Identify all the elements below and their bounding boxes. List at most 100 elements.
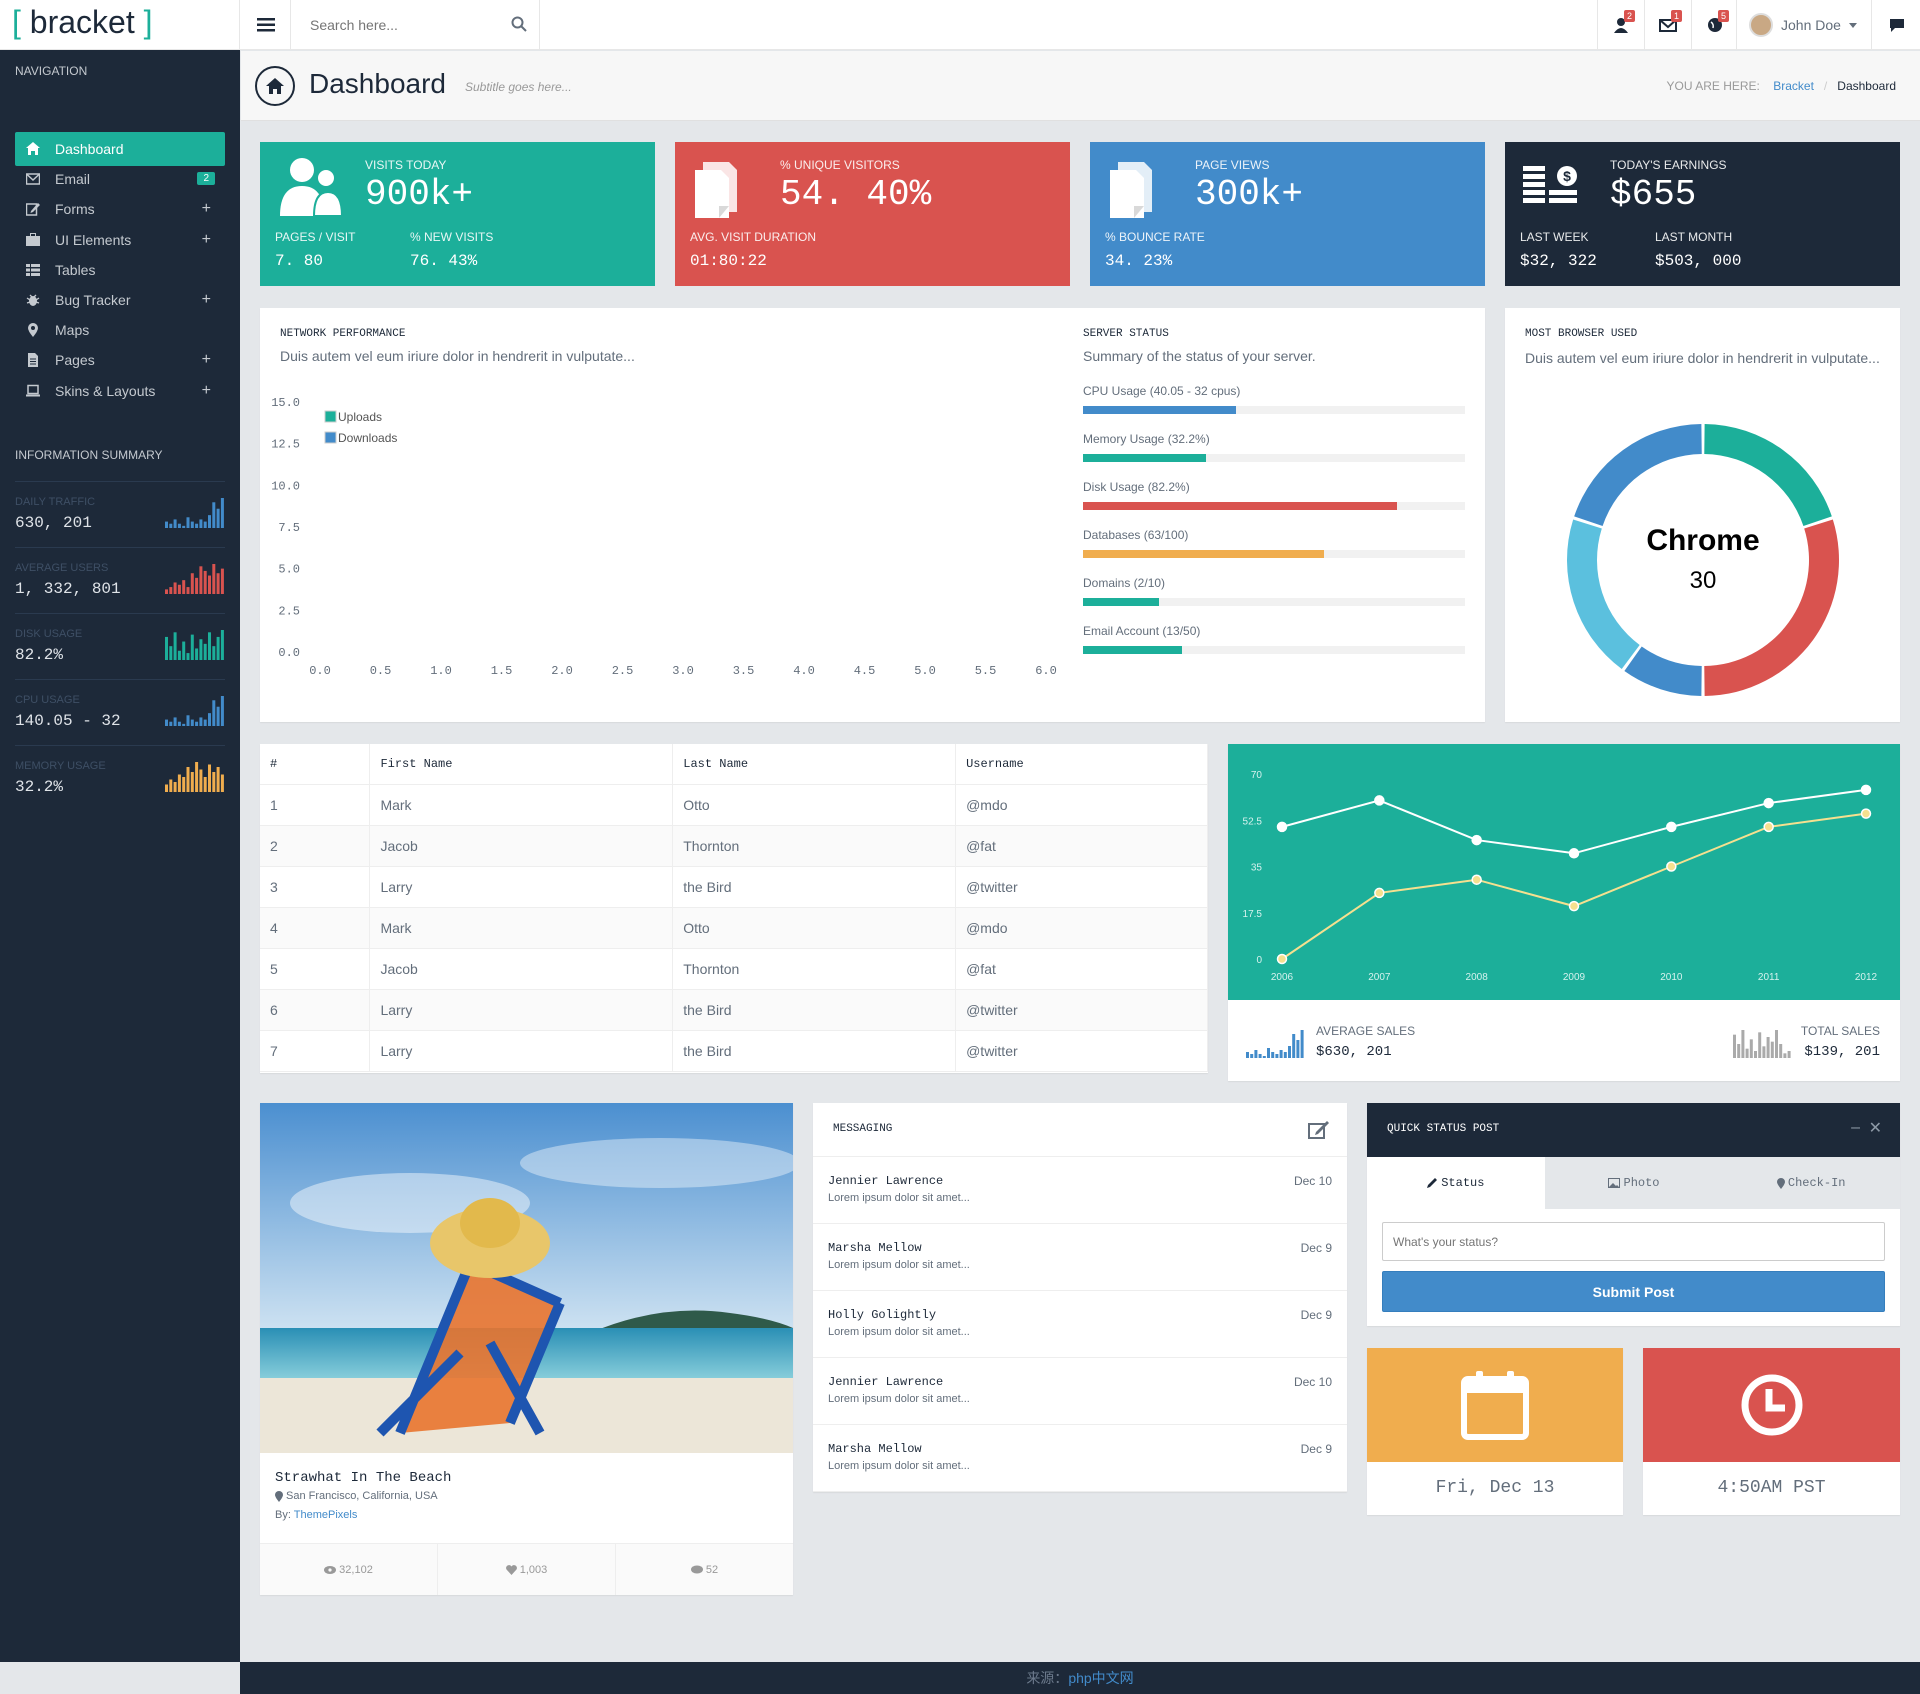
sparkline-bar (208, 632, 211, 660)
sidebar-item-bug-tracker[interactable]: Bug Tracker + (15, 283, 225, 317)
sparkline-bar (199, 566, 203, 594)
search-box (292, 0, 540, 50)
message-item[interactable]: Jennier Lawrence Lorem ipsum dolor sit am… (813, 1157, 1347, 1224)
sidebar-item-ui-elements[interactable]: UI Elements + (15, 223, 225, 257)
sparkline-bar (208, 575, 211, 594)
message-date: Dec 9 (1300, 1241, 1332, 1255)
data-point (1276, 953, 1288, 965)
chat-button[interactable] (1873, 0, 1920, 50)
likes-count[interactable]: 1,003 (438, 1544, 616, 1595)
sparkline-bar (199, 769, 203, 792)
tab-status[interactable]: Status (1367, 1157, 1545, 1209)
status-input[interactable] (1382, 1222, 1885, 1261)
messaging-title: Messaging (833, 1123, 893, 1135)
message-item[interactable]: Marsha Mellow Lorem ipsum dolor sit amet.… (813, 1425, 1347, 1492)
sidebar-item-label: Bug Tracker (55, 292, 131, 308)
sales-line-chart: 0 17.5 35 52.5 70 2006 2007 2008 2009 2010 2011 201… (1228, 744, 1900, 1000)
notification-mail-button[interactable]: 1 (1644, 0, 1690, 50)
sparkline-bar (1733, 1034, 1736, 1058)
photo-author-link[interactable]: ThemePixels (294, 1509, 358, 1521)
sparkline-bar (1246, 1052, 1249, 1058)
sparkline-bar (1737, 1044, 1741, 1058)
info-sparkline (165, 762, 224, 792)
laptop-icon (25, 384, 41, 398)
sidebar-item-forms[interactable]: Forms + (15, 192, 225, 226)
sparkline-bar (169, 646, 173, 660)
message-item[interactable]: Holly Golightly Lorem ipsum dolor sit ame… (813, 1291, 1347, 1358)
column-header[interactable]: # (260, 744, 371, 785)
sparkline-bar (186, 653, 190, 660)
submit-post-button[interactable]: Submit Post (1382, 1271, 1885, 1312)
beach-photo[interactable] (260, 1103, 793, 1453)
x-tick-label: 2.0 (551, 664, 573, 678)
tab-photo[interactable]: Photo (1545, 1157, 1723, 1209)
users-icon (274, 156, 346, 222)
sidebar-item-label: UI Elements (55, 231, 132, 248)
column-header[interactable]: Username (955, 744, 1208, 785)
progress-fill (1083, 550, 1324, 558)
donut-center-value: 30 (1690, 567, 1717, 594)
close-icon[interactable]: ✕ (1869, 1118, 1882, 1138)
x-tick-label: 0.0 (309, 664, 331, 678)
sparkline-bar (216, 508, 220, 528)
tile-sub-label: % New Visits (410, 230, 494, 244)
views-count[interactable]: 32,102 (260, 1544, 438, 1595)
sparkline-bar (203, 643, 207, 660)
progress-fill (1083, 502, 1397, 510)
expand-icon[interactable]: + (202, 382, 211, 400)
column-header[interactable]: First Name (369, 744, 674, 785)
date-tile: Fri, Dec 13 (1367, 1348, 1623, 1515)
sidebar-item-maps[interactable]: Maps (15, 313, 225, 347)
search-input[interactable] (292, 0, 540, 49)
x-tick-label: 2.5 (612, 664, 634, 678)
message-item[interactable]: Marsha Mellow Lorem ipsum dolor sit amet.… (813, 1224, 1347, 1291)
tab-check-in[interactable]: Check-In (1722, 1157, 1900, 1209)
page-subtitle: Subtitle goes here... (465, 80, 572, 94)
notification-globe-button[interactable]: 5 (1691, 0, 1737, 50)
stat-tile-page-views: Page Views 300k+ % Bounce Rate 34. 23% (1090, 142, 1485, 286)
sidebar-item-skins-layouts[interactable]: Skins & Layouts + (15, 374, 225, 408)
progress-fill (1083, 646, 1183, 654)
column-header[interactable]: Last Name (672, 744, 957, 785)
sidebar-item-tables[interactable]: Tables (15, 253, 225, 287)
y-tick-label: 2.5 (278, 604, 300, 618)
map-marker-icon (25, 323, 41, 338)
footer-source-link[interactable]: php中文网 (1068, 1670, 1133, 1686)
search-icon[interactable] (511, 16, 527, 32)
sidebar-item-label: Pages (55, 352, 95, 369)
sparkline-bar (195, 648, 199, 660)
notification-users-button[interactable]: 2 (1597, 0, 1643, 50)
server-status-label: Disk Usage (82.2%) (1083, 480, 1190, 494)
top-bar: [ bracket ] 2 1 5 John Doe (0, 0, 1920, 50)
message-item[interactable]: Jennier Lawrence Lorem ipsum dolor sit am… (813, 1358, 1347, 1425)
average-sales-label: Average Sales (1316, 1024, 1416, 1038)
sidebar-item-label: Tables (55, 261, 96, 278)
info-value: 82.2% (15, 646, 64, 664)
user-menu[interactable]: John Doe (1736, 0, 1872, 50)
expand-icon[interactable]: + (202, 291, 211, 309)
expand-icon[interactable]: + (202, 231, 211, 249)
table-cell: 6 (260, 989, 371, 1031)
sparkline-bar (1779, 1044, 1783, 1058)
y-tick-label: 0.0 (278, 646, 300, 660)
tile-value: 300k+ (1195, 174, 1304, 215)
tile-label: Today's Earnings (1610, 158, 1727, 172)
sparkline-bar (169, 721, 173, 726)
compose-icon[interactable] (1308, 1120, 1330, 1140)
sidebar-item-pages[interactable]: Pages + (15, 343, 225, 377)
table-row: 5 Jacob Thornton @fat (260, 948, 1208, 990)
progress-fill (1083, 598, 1160, 606)
table-cell: Thornton (672, 825, 957, 867)
logo[interactable]: [ bracket ] (0, 0, 240, 50)
menu-toggle-button[interactable] (241, 0, 291, 50)
sparkline-bar (173, 519, 177, 528)
expand-icon[interactable]: + (202, 351, 211, 369)
comments-count[interactable]: 52 (616, 1544, 793, 1595)
sparkline-bar (177, 650, 181, 660)
sidebar-item-dashboard[interactable]: Dashboard (15, 132, 225, 166)
expand-icon[interactable]: + (202, 200, 211, 218)
minimize-icon[interactable]: – (1851, 1119, 1860, 1137)
x-tick-label: 3.0 (672, 664, 694, 678)
breadcrumb-link-bracket[interactable]: Bracket (1773, 79, 1814, 93)
sidebar-item-email[interactable]: Email 2 (15, 162, 225, 196)
